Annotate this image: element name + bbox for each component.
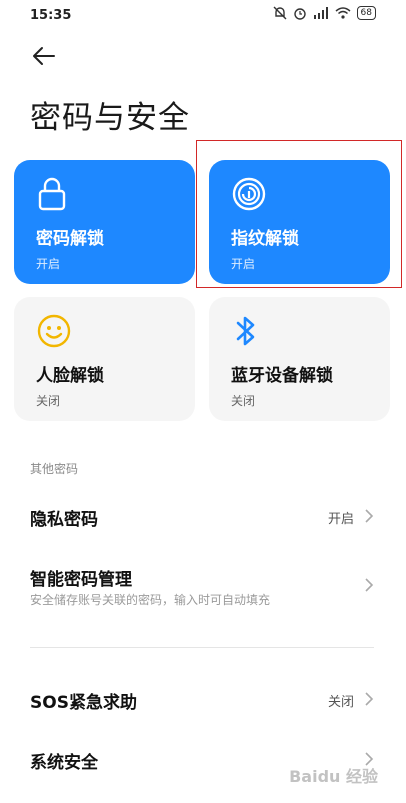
row-description: 安全储存账号关联的密码，输入时可自动填充 [30, 593, 271, 607]
row-title: 智能密码管理 [30, 570, 132, 590]
status-icons: 68 [273, 6, 376, 20]
card-title: 人脸解锁 [36, 366, 104, 386]
card-status: 关闭 [231, 394, 256, 408]
alarm-icon [293, 8, 306, 20]
section-label: 其他密码 [30, 462, 79, 476]
arrow-left-icon [33, 47, 55, 65]
chevron-right-icon [365, 578, 374, 592]
bluetooth-icon [231, 313, 261, 353]
lock-icon [36, 176, 68, 216]
divider [30, 647, 374, 648]
watermark: Baidu 经验 [289, 767, 378, 786]
status-time: 15:35 [30, 8, 72, 23]
card-status: 关闭 [36, 394, 61, 408]
chevron-right-icon [365, 509, 374, 523]
row-title: 隐私密码 [30, 510, 98, 530]
card-password-unlock[interactable]: 密码解锁 开启 [14, 160, 195, 284]
row-sos[interactable]: SOS紧急求助 关闭 [0, 678, 406, 722]
face-icon [36, 313, 72, 353]
chevron-right-icon [365, 692, 374, 706]
back-button[interactable] [30, 42, 58, 70]
row-value: 关闭 [327, 695, 354, 710]
card-title: 密码解锁 [36, 229, 104, 249]
card-title: 蓝牙设备解锁 [231, 366, 333, 386]
card-status: 开启 [36, 257, 61, 271]
card-face-unlock[interactable]: 人脸解锁 关闭 [14, 297, 195, 421]
highlight-box [196, 140, 402, 288]
battery-indicator: 68 [356, 6, 376, 20]
wifi-icon [335, 7, 351, 19]
page-title: 密码与安全 [30, 100, 190, 136]
row-privacy-password[interactable]: 隐私密码 开启 [0, 495, 406, 539]
row-title: SOS紧急求助 [30, 693, 137, 713]
mute-icon [273, 6, 287, 20]
row-value: 开启 [327, 512, 354, 527]
signal-icon [313, 7, 328, 19]
row-title: 系统安全 [30, 753, 98, 773]
row-smart-password[interactable]: 智能密码管理 安全储存账号关联的密码，输入时可自动填充 [0, 557, 406, 615]
card-bluetooth-unlock[interactable]: 蓝牙设备解锁 关闭 [209, 297, 390, 421]
